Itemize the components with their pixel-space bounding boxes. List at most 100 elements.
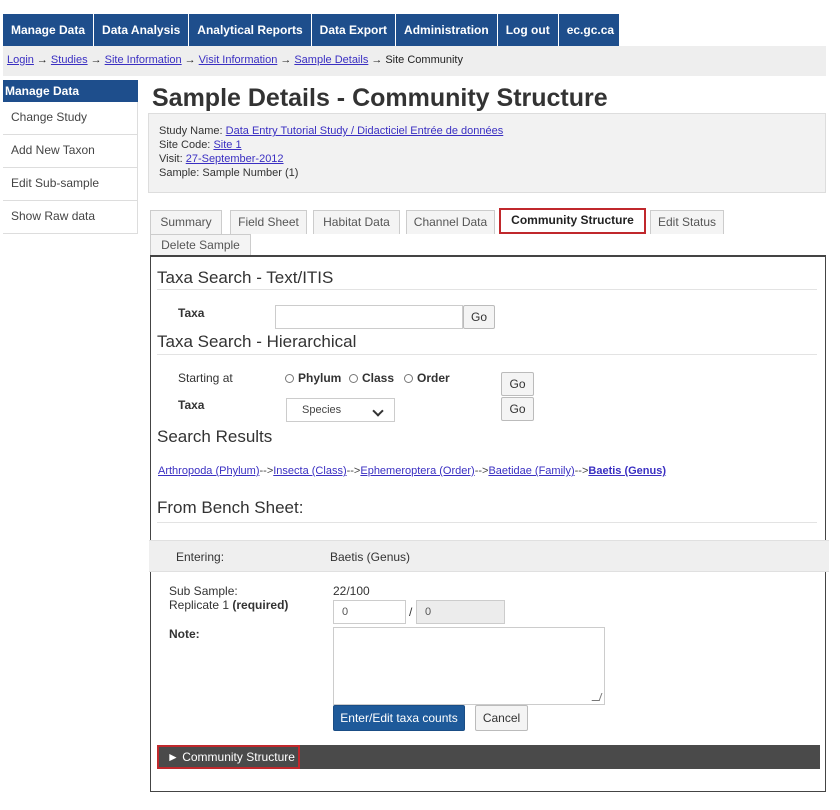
sidebar-item-change-study[interactable]: Change Study — [3, 102, 138, 135]
tab-habitat-data[interactable]: Habitat Data — [313, 210, 400, 234]
section-divider — [157, 289, 817, 290]
radio-class[interactable]: Class — [349, 371, 394, 385]
subsample-label: Sub Sample: — [169, 584, 238, 598]
radio-order[interactable]: Order — [404, 371, 450, 385]
page-title: Sample Details - Community Structure — [152, 84, 608, 112]
community-structure-panel: Taxa Search - Text/ITIS Taxa Go Taxa Sea… — [149, 255, 829, 792]
hier-search-go-button-2[interactable]: Go — [501, 397, 534, 421]
entering-row: Entering: Baetis (Genus) — [149, 540, 829, 572]
taxa-level-select[interactable]: Species — [286, 398, 395, 422]
radio-circle-icon — [349, 374, 358, 383]
visit-label: Visit: — [159, 153, 183, 165]
study-name-label: Study Name: — [159, 125, 223, 137]
replicate-count-input[interactable]: 0 — [333, 600, 406, 624]
section-divider — [157, 522, 817, 523]
tab-community-structure[interactable]: Community Structure — [499, 208, 646, 234]
text-search-go-button[interactable]: Go — [463, 305, 495, 329]
taxa-level-select-value: Species — [302, 404, 342, 416]
breadcrumb-studies[interactable]: Studies — [51, 54, 88, 66]
sidebar-item-add-new-taxon[interactable]: Add New Taxon — [3, 135, 138, 168]
replicate-total-input: 0 — [416, 600, 505, 624]
sidebar-heading: Manage Data — [3, 80, 138, 102]
breadcrumb: Login → Studies → Site Information → Visit Inf… — [3, 46, 826, 76]
cancel-button[interactable]: Cancel — [475, 705, 528, 731]
nav-data-analysis[interactable]: Data Analysis — [94, 14, 190, 46]
text-search-taxa-label: Taxa — [178, 306, 205, 320]
breadcrumb-separator: → — [280, 54, 292, 66]
replicate-label: Replicate 1 (required) — [169, 598, 288, 612]
visit-row: Visit: 27-September-2012 — [159, 152, 815, 166]
breadcrumb-current: Site Community — [385, 54, 463, 66]
radio-class-label: Class — [362, 371, 395, 385]
nav-log-out[interactable]: Log out — [498, 14, 559, 46]
starting-at-label: Starting at — [178, 371, 233, 385]
replicate-slash: / — [409, 605, 413, 619]
breadcrumb-login[interactable]: Login — [7, 54, 34, 66]
tab-field-sheet[interactable]: Field Sheet — [230, 210, 307, 234]
sample-text: Sample: Sample Number (1) — [159, 167, 299, 179]
path-separator: --> — [574, 465, 589, 477]
radio-circle-icon — [404, 374, 413, 383]
path-separator: --> — [346, 465, 361, 477]
visit-link[interactable]: 27-September-2012 — [186, 153, 284, 165]
community-structure-accordion: ► Community Structure — [157, 745, 820, 769]
path-separator: --> — [474, 465, 489, 477]
required-text: (required) — [232, 598, 289, 612]
breadcrumb-separator: → — [184, 54, 196, 66]
nav-manage-data[interactable]: Manage Data — [3, 14, 95, 46]
nav-administration[interactable]: Administration — [396, 14, 498, 46]
result-genus-link[interactable]: Baetis (Genus) — [588, 465, 666, 477]
taxa-text-input[interactable] — [275, 305, 463, 329]
replicate-label-text: Replicate 1 — [169, 598, 230, 612]
breadcrumb-separator: → — [371, 54, 383, 66]
chevron-down-icon — [372, 405, 384, 417]
result-class-link[interactable]: Insecta (Class) — [273, 465, 346, 477]
hier-taxa-label: Taxa — [178, 398, 205, 412]
result-family-link[interactable]: Baetidae (Family) — [488, 465, 574, 477]
result-phylum-link[interactable]: Arthropoda (Phylum) — [158, 465, 260, 477]
breadcrumb-site-information[interactable]: Site Information — [105, 54, 182, 66]
site-code-label: Site Code: — [159, 139, 211, 151]
sample-info-box: Study Name: Data Entry Tutorial Study / … — [148, 113, 826, 193]
hier-search-heading: Taxa Search - Hierarchical — [157, 332, 357, 351]
breadcrumb-separator: → — [90, 54, 102, 66]
nav-analytical-reports[interactable]: Analytical Reports — [189, 14, 312, 46]
bench-sheet-heading: From Bench Sheet: — [157, 498, 304, 517]
top-navigation: Manage Data Data Analysis Analytical Rep… — [0, 14, 840, 46]
note-textarea[interactable] — [333, 627, 605, 705]
entering-value: Baetis (Genus) — [330, 550, 411, 564]
result-order-link[interactable]: Ephemeroptera (Order) — [360, 465, 474, 477]
breadcrumb-visit-information[interactable]: Visit Information — [199, 54, 278, 66]
tab-edit-status[interactable]: Edit Status — [650, 210, 724, 234]
tab-delete-sample[interactable]: Delete Sample — [150, 234, 251, 256]
study-name-link[interactable]: Data Entry Tutorial Study / Didacticiel … — [226, 125, 504, 137]
study-name-row: Study Name: Data Entry Tutorial Study / … — [159, 124, 815, 138]
community-structure-toggle[interactable]: ► Community Structure — [157, 745, 300, 769]
radio-circle-icon — [285, 374, 294, 383]
hier-search-go-button-1[interactable]: Go — [501, 372, 534, 396]
section-divider — [157, 354, 817, 355]
search-results-heading: Search Results — [157, 427, 273, 446]
radio-phylum-label: Phylum — [298, 371, 342, 385]
radio-order-label: Order — [417, 371, 450, 385]
top-nav-bar: Manage Data Data Analysis Analytical Rep… — [3, 14, 619, 46]
text-search-heading: Taxa Search - Text/ITIS — [157, 268, 334, 287]
note-label: Note: — [169, 627, 200, 641]
subsample-value: 22/100 — [333, 584, 370, 598]
site-code-link[interactable]: Site 1 — [213, 139, 241, 151]
breadcrumb-sample-details[interactable]: Sample Details — [294, 54, 368, 66]
sidebar-item-edit-sub-sample[interactable]: Edit Sub-sample — [3, 168, 138, 201]
site-code-row: Site Code: Site 1 — [159, 138, 815, 152]
radio-phylum[interactable]: Phylum — [285, 371, 341, 385]
resize-grip-icon[interactable] — [591, 693, 603, 701]
enter-edit-taxa-counts-button[interactable]: Enter/Edit taxa counts — [333, 705, 465, 731]
tab-summary[interactable]: Summary — [150, 210, 222, 234]
nav-ec-gc-ca[interactable]: ec.gc.ca — [559, 14, 619, 46]
taxonomy-path: Arthropoda (Phylum)-->Insecta (Class)-->… — [158, 465, 666, 477]
sidebar-item-show-raw-data[interactable]: Show Raw data — [3, 201, 138, 234]
sidebar: Manage Data Change Study Add New Taxon E… — [3, 80, 138, 234]
tab-channel-data[interactable]: Channel Data — [406, 210, 495, 234]
nav-data-export[interactable]: Data Export — [312, 14, 397, 46]
entering-label: Entering: — [176, 550, 225, 564]
path-separator: --> — [259, 465, 274, 477]
